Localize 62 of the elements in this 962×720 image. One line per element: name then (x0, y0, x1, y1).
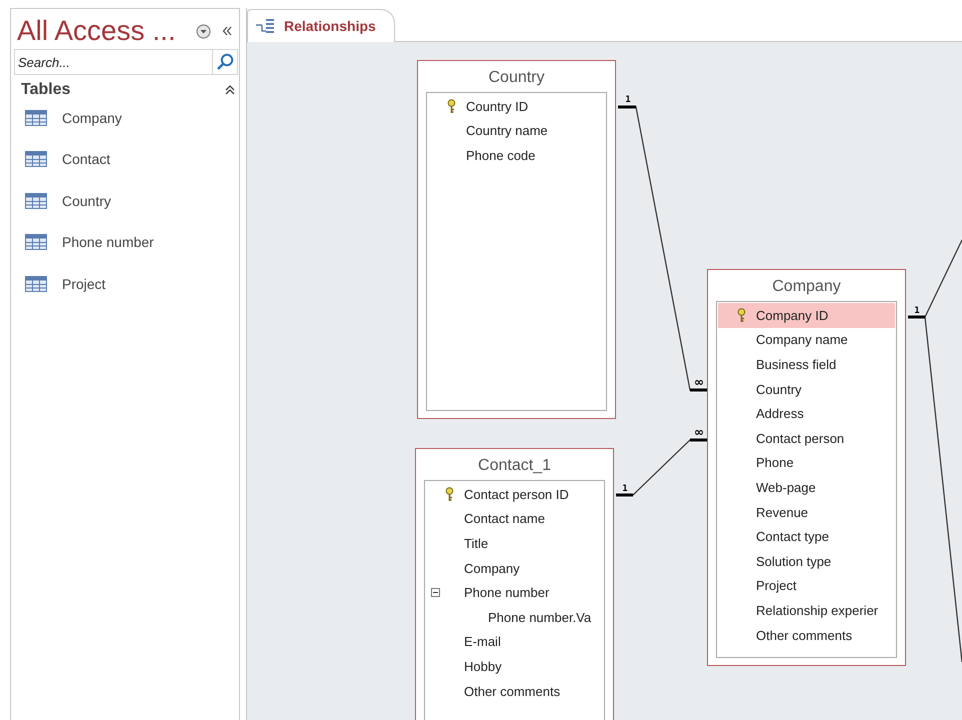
field-row[interactable]: Country ID (428, 94, 605, 119)
field-row[interactable]: Phone number (426, 580, 603, 605)
field-row[interactable]: Contact person (718, 426, 895, 451)
table-card[interactable]: Company Company ID Company name Business field Country Address Contact person Phone Web-page Revenue Contact type Solution type Project Relationship experier Other comments (707, 269, 906, 666)
search-button[interactable] (212, 49, 238, 75)
table-item[interactable]: Phone number (11, 222, 239, 263)
pane-title: All Access ... (17, 15, 177, 47)
table-item[interactable]: Project (11, 263, 239, 304)
field-row[interactable]: Country (718, 376, 895, 402)
table-icon (25, 276, 47, 292)
search-icon (216, 53, 234, 71)
field-row[interactable]: Project (718, 574, 895, 598)
cardinality-label: ∞ (694, 425, 704, 439)
cardinality-label: 1 (914, 306, 920, 316)
field-row[interactable]: Solution type (718, 548, 895, 574)
field-row[interactable]: E-mail (426, 630, 603, 654)
table-card[interactable]: Country Country ID Country name Phone code (417, 60, 616, 419)
field-row[interactable]: Company name (718, 328, 895, 352)
field-row[interactable]: Contact type (718, 524, 895, 549)
field-row[interactable]: Phone (718, 450, 895, 476)
field-row[interactable]: Web-page (718, 475, 895, 500)
field-row[interactable]: Revenue (718, 500, 895, 524)
collapse-icon[interactable] (430, 588, 440, 598)
field-row[interactable]: Contact name (426, 506, 603, 532)
table-item[interactable]: Contact (11, 138, 239, 180)
field-row[interactable]: Company ID (718, 303, 895, 328)
cardinality-label: ∞ (694, 375, 704, 389)
table-icon (25, 151, 47, 168)
field-row[interactable]: Business field (718, 352, 895, 377)
cardinality-label: 1 (625, 95, 631, 105)
cardinality-label: 1 (622, 484, 628, 494)
field-row[interactable]: Other comments (718, 622, 895, 648)
relationship-line[interactable] (616, 438, 707, 496)
field-row[interactable]: Other comments (426, 678, 603, 704)
key-icon (446, 98, 456, 114)
table-icon (25, 234, 47, 250)
search-field[interactable]: Search... (14, 49, 212, 75)
table-card[interactable]: Contact_1 Contact person ID Contact name Title Company Phone number Phone number.Va E-mail Hobby Other comments (415, 448, 614, 720)
field-row[interactable]: Country name (428, 118, 605, 144)
key-icon (444, 486, 454, 502)
field-row[interactable]: Phone number.Va (426, 604, 603, 630)
table-icon (25, 192, 47, 209)
field-row[interactable]: Address (718, 401, 895, 426)
field-row[interactable]: Relationship experier (718, 598, 895, 623)
field-row[interactable]: Company (426, 556, 603, 580)
field-row[interactable]: Title (426, 531, 603, 556)
field-row[interactable]: Phone code (428, 143, 605, 168)
relationships-icon (256, 18, 276, 34)
table-title: Country (488, 68, 545, 88)
field-row[interactable]: Hobby (426, 654, 603, 679)
table-item[interactable]: Country (11, 180, 239, 222)
table-icon (25, 110, 47, 126)
collapse-pane-icon[interactable] (221, 25, 233, 37)
table-item[interactable]: Company (11, 97, 239, 138)
key-icon (736, 308, 746, 323)
document-tab[interactable]: Relationships (247, 9, 395, 42)
table-title: Company (772, 277, 841, 297)
field-row[interactable]: Contact person ID (426, 482, 603, 507)
table-title: Contact_1 (478, 456, 551, 476)
group-header[interactable]: Tables (21, 81, 235, 99)
relationship-line[interactable] (908, 240, 962, 662)
dropdown-icon[interactable] (196, 24, 211, 38)
